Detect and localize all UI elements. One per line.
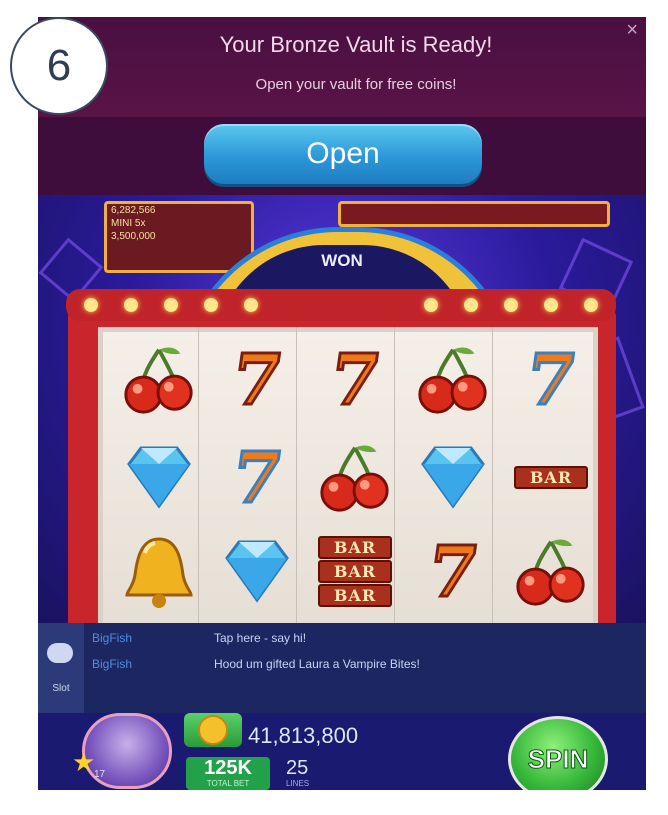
jackpot-value: 3,500,000	[111, 231, 156, 242]
bar-glyph: BAR	[318, 559, 392, 583]
star-icon: ★	[72, 747, 96, 777]
bulb-light	[84, 298, 98, 312]
bulb-light	[464, 298, 478, 312]
bar-glyph: BAR	[514, 465, 588, 489]
chat-panel[interactable]: Slot BigFish Tap here - say hi! BigFish Ho…	[38, 623, 646, 713]
diamond-symbol	[408, 431, 498, 523]
chat-text: Tap here - say hi!	[214, 631, 307, 645]
lines-value: 25	[286, 757, 309, 779]
diamond-symbol	[212, 525, 302, 617]
coin-icon	[198, 715, 228, 745]
cherry-symbol	[310, 431, 400, 523]
chat-label: Slot	[52, 683, 70, 694]
cherry-symbol	[408, 333, 498, 425]
lines-caption: LINES	[286, 779, 310, 788]
seven-glyph: 7	[225, 336, 288, 422]
lines-display: 25 LINES	[286, 757, 309, 788]
bulb-light	[124, 298, 138, 312]
step-number-badge: 6	[10, 17, 108, 115]
seven-blue-symbol: 7	[212, 431, 302, 523]
banner-subtitle: Open your vault for free coins!	[255, 76, 457, 93]
seven-glyph: 7	[323, 336, 386, 422]
jackpot-value: 6,282,566	[111, 205, 156, 216]
seven-glyph: 7	[225, 434, 288, 520]
bet-caption: TOTAL BET	[206, 779, 250, 788]
bar-symbol: BAR	[506, 431, 596, 523]
bell-symbol	[114, 525, 204, 617]
bar-glyph: BAR	[318, 535, 392, 559]
spin-label: SPIN	[527, 743, 589, 774]
chat-message[interactable]: BigFish Tap here - say hi!	[92, 631, 306, 645]
bulb-light	[204, 298, 218, 312]
chat-sender: BigFish	[92, 657, 133, 671]
cherry-symbol	[114, 333, 204, 425]
close-icon[interactable]: ×	[626, 19, 638, 42]
bottom-bar: ★ 17 41,813,800 125K TOTAL BET 25 LINES …	[38, 713, 646, 790]
chat-sender: BigFish	[92, 631, 133, 645]
player-level: 17	[94, 769, 106, 780]
vault-banner: Your Bronze Vault is Ready! Open your va…	[38, 17, 646, 195]
seven-symbol: 7	[408, 525, 498, 617]
bulb-strip	[66, 289, 616, 321]
bet-selector[interactable]: 125K TOTAL BET	[186, 757, 270, 790]
bar-glyph: BAR	[318, 583, 392, 607]
won-label: WON	[321, 251, 363, 270]
bulb-light	[164, 298, 178, 312]
bulb-light	[504, 298, 518, 312]
bulb-light	[584, 298, 598, 312]
bulb-light	[424, 298, 438, 312]
diamond-symbol	[114, 431, 204, 523]
chat-message[interactable]: BigFish Hood um gifted Laura a Vampire Bi…	[92, 657, 420, 671]
cherry-symbol	[506, 525, 596, 617]
banner-title: Your Bronze Vault is Ready!	[219, 32, 493, 57]
chat-text: Hood um gifted Laura a Vampire Bites!	[214, 657, 420, 671]
marquee-sign	[338, 201, 610, 227]
coin-balance: 41,813,800	[248, 723, 359, 748]
jackpot-board: 6,282,566 MINI 5x 3,500,000	[104, 201, 254, 273]
buy-coins-button[interactable]	[184, 713, 242, 747]
bulb-light	[544, 298, 558, 312]
bulb-light	[244, 298, 258, 312]
seven-glyph: 7	[421, 528, 484, 614]
chat-toggle[interactable]: Slot	[38, 623, 84, 713]
seven-symbol: 7	[212, 333, 302, 425]
open-vault-button[interactable]: Open	[204, 124, 482, 184]
chat-bubble-icon	[47, 643, 73, 663]
triple-bar-symbol: BAR BAR BAR	[310, 525, 400, 617]
seven-symbol: 7	[310, 333, 400, 425]
seven-glyph: 7	[519, 336, 582, 422]
bet-value: 125K	[204, 757, 252, 779]
game-screen: Your Bronze Vault is Ready! Open your va…	[38, 17, 646, 790]
seven-blue-symbol: 7	[506, 333, 596, 425]
jackpot-value: MINI 5x	[111, 218, 146, 229]
spin-button[interactable]: SPIN	[508, 716, 608, 790]
